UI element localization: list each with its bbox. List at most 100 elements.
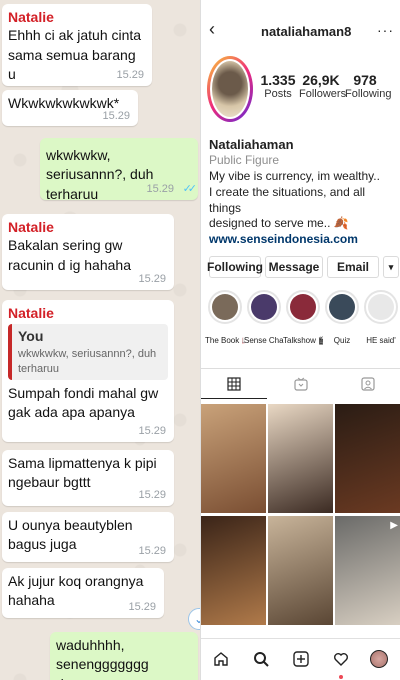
stat-following[interactable]: 978 Following — [345, 72, 392, 100]
more-options-icon[interactable]: ··· — [377, 22, 394, 38]
story-highlights: The Book 📖 Sense Chal... Talkshow 🎬 Quiz… — [205, 290, 400, 360]
post-thumbnail[interactable] — [268, 404, 333, 513]
read-ticks-icon: ✓✓ — [182, 182, 198, 195]
quoted-sender: You — [18, 328, 44, 345]
highlight-item[interactable]: HE said' — [361, 290, 400, 345]
message-bubble[interactable]: Wkwkwkwkwkwk* 15.29 — [2, 90, 138, 126]
message-text: Sama lipmattenya k pipi ngebaur bgttt — [8, 455, 157, 491]
following-button[interactable]: Following — [207, 256, 263, 278]
nav-home[interactable] — [209, 647, 233, 671]
avatar[interactable] — [207, 56, 253, 122]
message-bubble[interactable]: Natalie Ehhh ci ak jatuh cinta sama semu… — [2, 4, 152, 86]
highlight-label: Talkshow 🎬 — [283, 336, 323, 345]
bottom-navigation — [201, 638, 400, 680]
scroll-down-button[interactable]: ⌄ — [188, 608, 200, 630]
highlight-image — [251, 294, 277, 320]
highlight-label: The Book 📖 — [205, 336, 245, 345]
posts-grid: ▶ — [201, 404, 400, 630]
highlight-image — [368, 294, 394, 320]
post-thumbnail[interactable] — [201, 404, 266, 513]
message-text: Bakalan sering gw racunin d ig hahaha — [8, 237, 131, 273]
highlight-label: HE said' — [366, 336, 396, 345]
quoted-message[interactable]: You wkwkwkw, seriusannn?, duh terharuu — [8, 324, 168, 380]
video-icon: ▶ — [390, 520, 398, 531]
highlight-image — [290, 294, 316, 320]
stat-value: 26,9K — [302, 72, 340, 88]
message-bubble[interactable]: Natalie Bakalan sering gw racunin d ig h… — [2, 214, 174, 290]
tab-igtv[interactable] — [268, 369, 334, 399]
stat-followers[interactable]: 26,9K Followers — [299, 72, 347, 100]
profile-name: Nataliahaman — [209, 137, 294, 152]
highlight-item[interactable]: Sense Chal... — [244, 290, 284, 345]
highlight-circle — [208, 290, 242, 324]
stat-label: Followers — [299, 88, 347, 100]
nav-search[interactable] — [249, 647, 273, 671]
profile-username: nataliahaman8 — [261, 24, 352, 39]
message-bubble[interactable]: Natalie You wkwkwkw, seriusannn?, duh te… — [2, 300, 174, 442]
home-icon — [214, 652, 228, 666]
highlight-image — [329, 294, 355, 320]
bio-line: I create the situations, and all things — [209, 184, 366, 215]
highlight-circle — [286, 290, 320, 324]
bio-line: My vibe is currency, im wealthy.. — [209, 168, 380, 183]
chevron-down-icon: ▾ — [388, 261, 394, 272]
suggested-dropdown-button[interactable]: ▾ — [383, 256, 399, 278]
avatar-image — [212, 61, 248, 117]
nav-activity[interactable] — [329, 647, 353, 671]
profile-tabs — [201, 368, 400, 399]
highlight-circle — [325, 290, 359, 324]
message-bubble[interactable]: U ounya beautyblen bagus juga 15.29 — [2, 512, 174, 562]
post-thumbnail[interactable] — [268, 516, 333, 625]
profile-header-bar: ‹ nataliahaman8 ··· — [201, 0, 400, 46]
search-icon — [254, 652, 269, 667]
message-time: 15.29 — [138, 424, 166, 437]
bio-line: designed to serve me.. 🍂 — [209, 216, 349, 231]
post-thumbnail[interactable] — [335, 404, 400, 513]
post-thumbnail[interactable] — [201, 516, 266, 625]
profile-stats: 1.335 Posts 26,9K Followers 978 Followin… — [259, 72, 400, 100]
message-time: 15.29 — [138, 544, 166, 557]
message-bubble[interactable]: wkwkwkw, seriusannn?, duh terharuu 15.29… — [40, 138, 198, 202]
chat-panel: Natalie Ehhh ci ak jatuh cinta sama semu… — [0, 0, 200, 680]
message-button[interactable]: Message — [265, 256, 323, 278]
highlight-item[interactable]: Quiz — [322, 290, 362, 345]
nav-profile[interactable] — [367, 647, 391, 671]
highlight-image — [212, 294, 238, 320]
message-bubble[interactable]: Ak jujur koq orangnya hahaha 15.29 — [2, 568, 164, 618]
avatar-border — [210, 59, 250, 119]
tab-tagged[interactable] — [335, 369, 400, 399]
new-post-icon — [293, 651, 309, 667]
instagram-profile: ‹ nataliahaman8 ··· 1.335 Posts 26,9K Fo… — [200, 0, 400, 680]
stat-label: Posts — [264, 88, 292, 100]
highlight-item[interactable]: The Book 📖 — [205, 290, 245, 345]
message-text: Sumpah fondi mahal gw gak ada apa apanya — [8, 384, 159, 421]
notification-dot — [339, 675, 343, 679]
post-thumbnail[interactable]: ▶ — [335, 516, 400, 625]
message-text: waduhhhh, senenggggggg dengernyaaaa — [56, 637, 149, 680]
grid-icon — [227, 376, 241, 391]
quoted-text: wkwkwkw, seriusannn?, duh terharuu — [18, 347, 157, 375]
stat-value: 978 — [353, 72, 377, 88]
message-time: 15.29 — [146, 182, 174, 195]
profile-category: Public Figure — [209, 153, 280, 168]
tab-grid[interactable] — [201, 369, 267, 399]
message-sender: Natalie — [8, 305, 54, 321]
message-time: 15.29 — [138, 488, 166, 501]
back-arrow-icon[interactable]: ‹ — [209, 20, 215, 38]
bio-website-link[interactable]: www.senseindonesia.com — [209, 232, 399, 248]
stat-posts[interactable]: 1.335 Posts — [259, 72, 297, 100]
message-bubble[interactable]: Sama lipmattenya k pipi ngebaur bgttt 15… — [2, 450, 174, 506]
igtv-icon — [294, 377, 308, 391]
nav-new-post[interactable] — [289, 647, 313, 671]
profile-icon — [370, 650, 388, 668]
activity-icon — [334, 653, 348, 666]
highlight-circle — [364, 290, 398, 324]
message-time: 15.29 — [116, 68, 144, 81]
email-button[interactable]: Email — [327, 256, 379, 278]
message-bubble[interactable]: waduhhhh, senenggggggg dengernyaaaa — [50, 632, 198, 680]
highlight-item[interactable]: Talkshow 🎬 — [283, 290, 323, 345]
profile-actions: Following Message Email ▾ — [207, 256, 399, 278]
stat-label: Following — [345, 88, 392, 100]
message-sender: Natalie — [8, 219, 54, 235]
message-time: 15.29 — [102, 109, 130, 122]
